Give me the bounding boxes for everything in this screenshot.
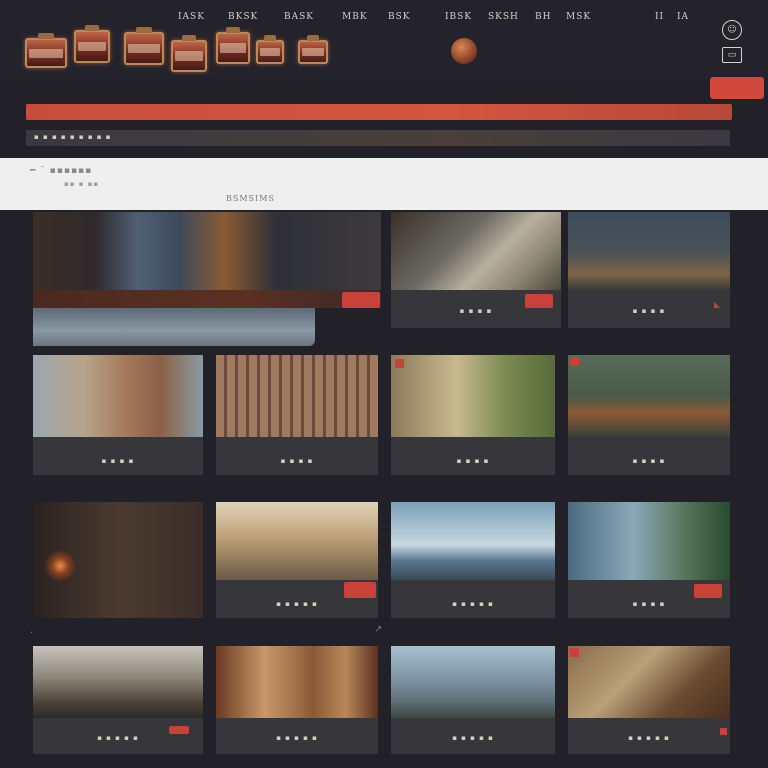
hero-tag[interactable] (342, 292, 380, 308)
card-image (33, 355, 203, 437)
filter-text: ▪ ▪ ▪ ▪ ▪ ▪ ▪ ▪ ▪ (34, 133, 112, 141)
nav-item[interactable]: BH (535, 12, 551, 26)
card-caption: ▪ ▪ ▪ ▪ (280, 457, 314, 465)
card-image (568, 355, 730, 437)
section-title: ━ ¨ ▪▪▪▪▪▪ (30, 166, 93, 176)
card-image (216, 355, 378, 437)
card-caption: ▪ ▪ ▪ ▪ ▪ (276, 600, 318, 608)
product-tin[interactable] (171, 35, 207, 72)
hero-strip (33, 290, 381, 308)
bag-icon[interactable]: ▭ (722, 47, 742, 63)
hero-sky-image (33, 308, 315, 346)
movie-card[interactable] (33, 502, 203, 618)
card-caption: ▪ ▪ ▪ ▪ ▪ (97, 734, 139, 742)
nav-item[interactable]: IBSK (445, 12, 472, 26)
card-tag[interactable] (169, 726, 189, 734)
product-tin[interactable] (298, 35, 328, 64)
marker-icon: · (30, 628, 34, 639)
planet-logo-icon[interactable] (451, 38, 477, 64)
movie-card[interactable]: ▪ ▪ ▪ ▪ ▪ (391, 646, 555, 754)
nav-item[interactable]: BASK (284, 12, 314, 26)
product-tin[interactable] (216, 27, 250, 64)
card-image (33, 502, 203, 618)
nav-item[interactable]: II (655, 12, 664, 26)
nav-item[interactable]: BSK (388, 12, 411, 26)
nav-item[interactable]: BKSK (228, 12, 258, 26)
card-flag[interactable] (570, 357, 579, 366)
card-image (568, 502, 730, 580)
product-tin[interactable] (74, 25, 110, 63)
card-flag[interactable] (570, 648, 579, 657)
movie-card[interactable]: ▪ ▪ ▪ ▪ (391, 212, 561, 328)
card-image (391, 212, 561, 290)
movie-card[interactable]: ▪ ▪ ▪ ▪ (568, 502, 730, 618)
movie-card[interactable]: ▪ ▪ ▪ ▪ ▪ (216, 502, 378, 618)
card-caption: ▪ ▪ ▪ ▪ (632, 457, 666, 465)
filter-bar[interactable]: ▪ ▪ ▪ ▪ ▪ ▪ ▪ ▪ ▪ (26, 130, 730, 146)
card-caption: ▪ ▪ ▪ ▪ (632, 307, 666, 315)
top-bar (0, 0, 768, 78)
card-image (216, 646, 378, 718)
card-image (568, 646, 730, 718)
section-band (0, 158, 768, 210)
movie-card[interactable]: ▪ ▪ ▪ ▪ (568, 355, 730, 475)
section-subtitle: ▪▪ ▪ ▪▪ (64, 180, 100, 188)
card-image (391, 355, 555, 437)
card-image (33, 646, 203, 718)
card-caption: ▪ ▪ ▪ ▪ ▪ (452, 734, 494, 742)
hero-image (33, 212, 381, 292)
cta-button[interactable] (710, 77, 764, 99)
promo-bar[interactable] (26, 104, 732, 120)
card-caption: ▪ ▪ ▪ ▪ (456, 457, 490, 465)
movie-card[interactable]: ▪ ▪ ▪ ▪ ▪ (568, 646, 730, 754)
card-caption: ▪ ▪ ▪ ▪ ▪ (628, 734, 670, 742)
hero-card[interactable] (33, 212, 381, 292)
card-image (568, 212, 730, 290)
product-tin[interactable] (256, 35, 284, 64)
card-flag[interactable] (395, 359, 404, 368)
movie-card[interactable]: ▪ ▪ ▪ ▪ ▪ (216, 646, 378, 754)
movie-card[interactable]: ▪ ▪ ▪ ▪ (33, 355, 203, 475)
nav-item[interactable]: IA (677, 12, 689, 26)
card-caption: ▪ ▪ ▪ ▪ ▪ (276, 734, 318, 742)
card-caption: ▪ ▪ ▪ ▪ (459, 307, 493, 315)
card-image (216, 502, 378, 580)
nav-item[interactable]: SKSH (488, 12, 519, 26)
product-tin[interactable] (124, 27, 164, 65)
profile-icon[interactable]: ☺ (722, 20, 742, 40)
movie-card[interactable]: ◣ ▪ ▪ ▪ ▪ (568, 212, 730, 328)
movie-card[interactable]: ▪ ▪ ▪ ▪ ▪ (33, 646, 203, 754)
card-caption: ▪ ▪ ▪ ▪ ▪ (452, 600, 494, 608)
movie-card[interactable]: ▪ ▪ ▪ ▪ (391, 355, 555, 475)
nav-item[interactable]: MBK (342, 12, 368, 26)
cursor-icon: ↗ (374, 624, 383, 635)
card-tag[interactable] (525, 294, 553, 308)
product-tin[interactable] (25, 33, 67, 68)
movie-card[interactable]: ▪ ▪ ▪ ▪ ▪ (391, 502, 555, 618)
card-tag[interactable] (344, 582, 376, 598)
nav-item[interactable]: MSK (566, 12, 591, 26)
card-image (391, 646, 555, 718)
card-caption: ▪ ▪ ▪ ▪ (632, 600, 666, 608)
card-tag[interactable] (694, 584, 722, 598)
card-caption: ▪ ▪ ▪ ▪ (101, 457, 135, 465)
card-image (391, 502, 555, 580)
nav-item[interactable]: IASK (178, 12, 205, 26)
section-caption: BSMSIMS (226, 194, 275, 203)
movie-card[interactable]: ▪ ▪ ▪ ▪ (216, 355, 378, 475)
